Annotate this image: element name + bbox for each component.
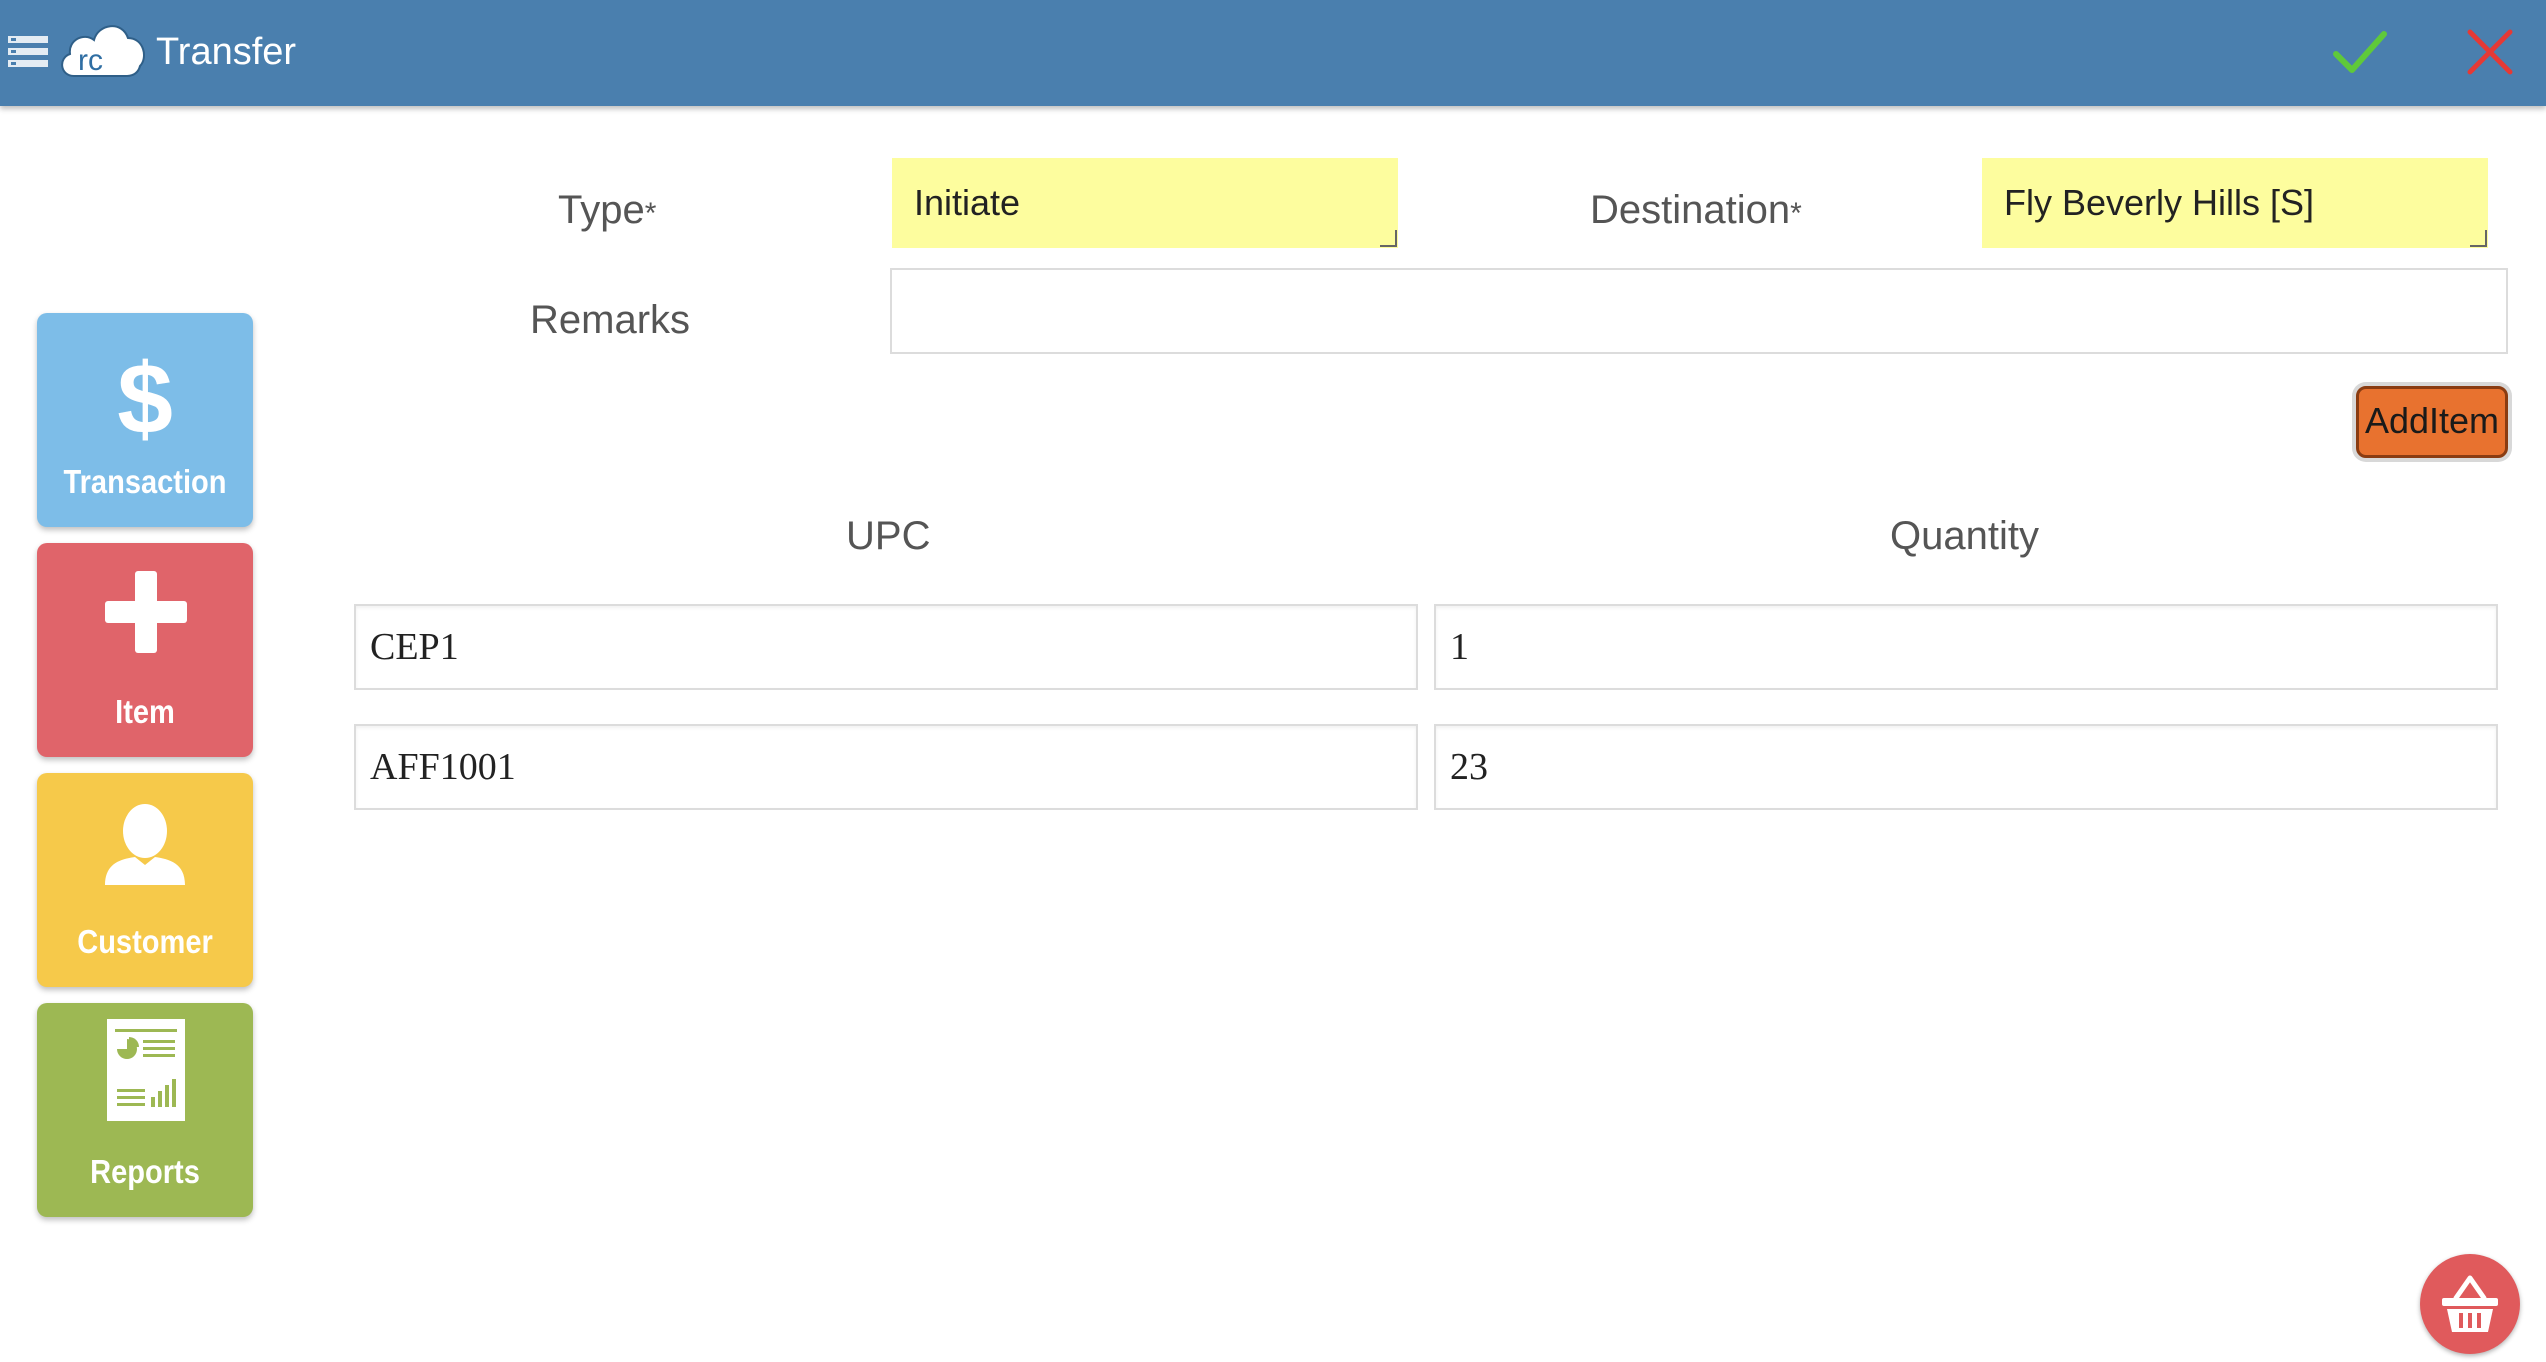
remarks-label: Remarks (530, 298, 691, 342)
type-select[interactable]: Initiate (892, 158, 1398, 248)
destination-label: Destination* (1590, 188, 1802, 232)
tile-transaction[interactable]: $ Transaction (37, 313, 253, 527)
page-title: Transfer (156, 31, 297, 73)
menu-icon[interactable] (8, 34, 48, 70)
dropdown-corner-icon (2470, 230, 2487, 247)
upc-field[interactable]: CEP1 (354, 604, 1418, 690)
cancel-close-icon[interactable] (2460, 22, 2520, 82)
tile-transaction-label: Transaction (63, 463, 227, 500)
confirm-check-icon[interactable] (2330, 24, 2390, 80)
upc-field[interactable]: AFF1001 (354, 724, 1418, 810)
basket-button[interactable] (2420, 1254, 2520, 1354)
quantity-field[interactable]: 23 (1434, 724, 2498, 810)
upc-column-header: UPC (846, 514, 931, 558)
type-label: Type* (558, 188, 657, 232)
required-mark: * (644, 197, 657, 230)
add-item-button[interactable]: AddItem (2356, 386, 2508, 458)
dropdown-corner-icon (1380, 230, 1397, 247)
tile-item-label: Item (115, 693, 175, 730)
top-bar: rc Transfer (0, 0, 2546, 106)
logo-text: rc (78, 44, 103, 77)
tile-reports-label: Reports (90, 1153, 200, 1190)
svg-text:$: $ (117, 343, 173, 455)
remarks-input[interactable] (890, 268, 2508, 354)
quantity-column-header: Quantity (1890, 514, 2039, 558)
destination-select-value: Fly Beverly Hills [S] (2004, 182, 2315, 223)
quantity-field[interactable]: 1 (1434, 604, 2498, 690)
tile-reports[interactable]: Reports (37, 1003, 253, 1217)
cloud-logo-icon: rc (56, 14, 148, 84)
type-select-value: Initiate (914, 182, 1021, 223)
required-mark: * (1790, 197, 1802, 230)
basket-icon (2442, 1275, 2498, 1332)
tile-item[interactable]: Item (37, 543, 253, 757)
tile-customer-label: Customer (77, 923, 213, 960)
tile-customer[interactable]: Customer (37, 773, 253, 987)
destination-select[interactable]: Fly Beverly Hills [S] (1982, 158, 2488, 248)
